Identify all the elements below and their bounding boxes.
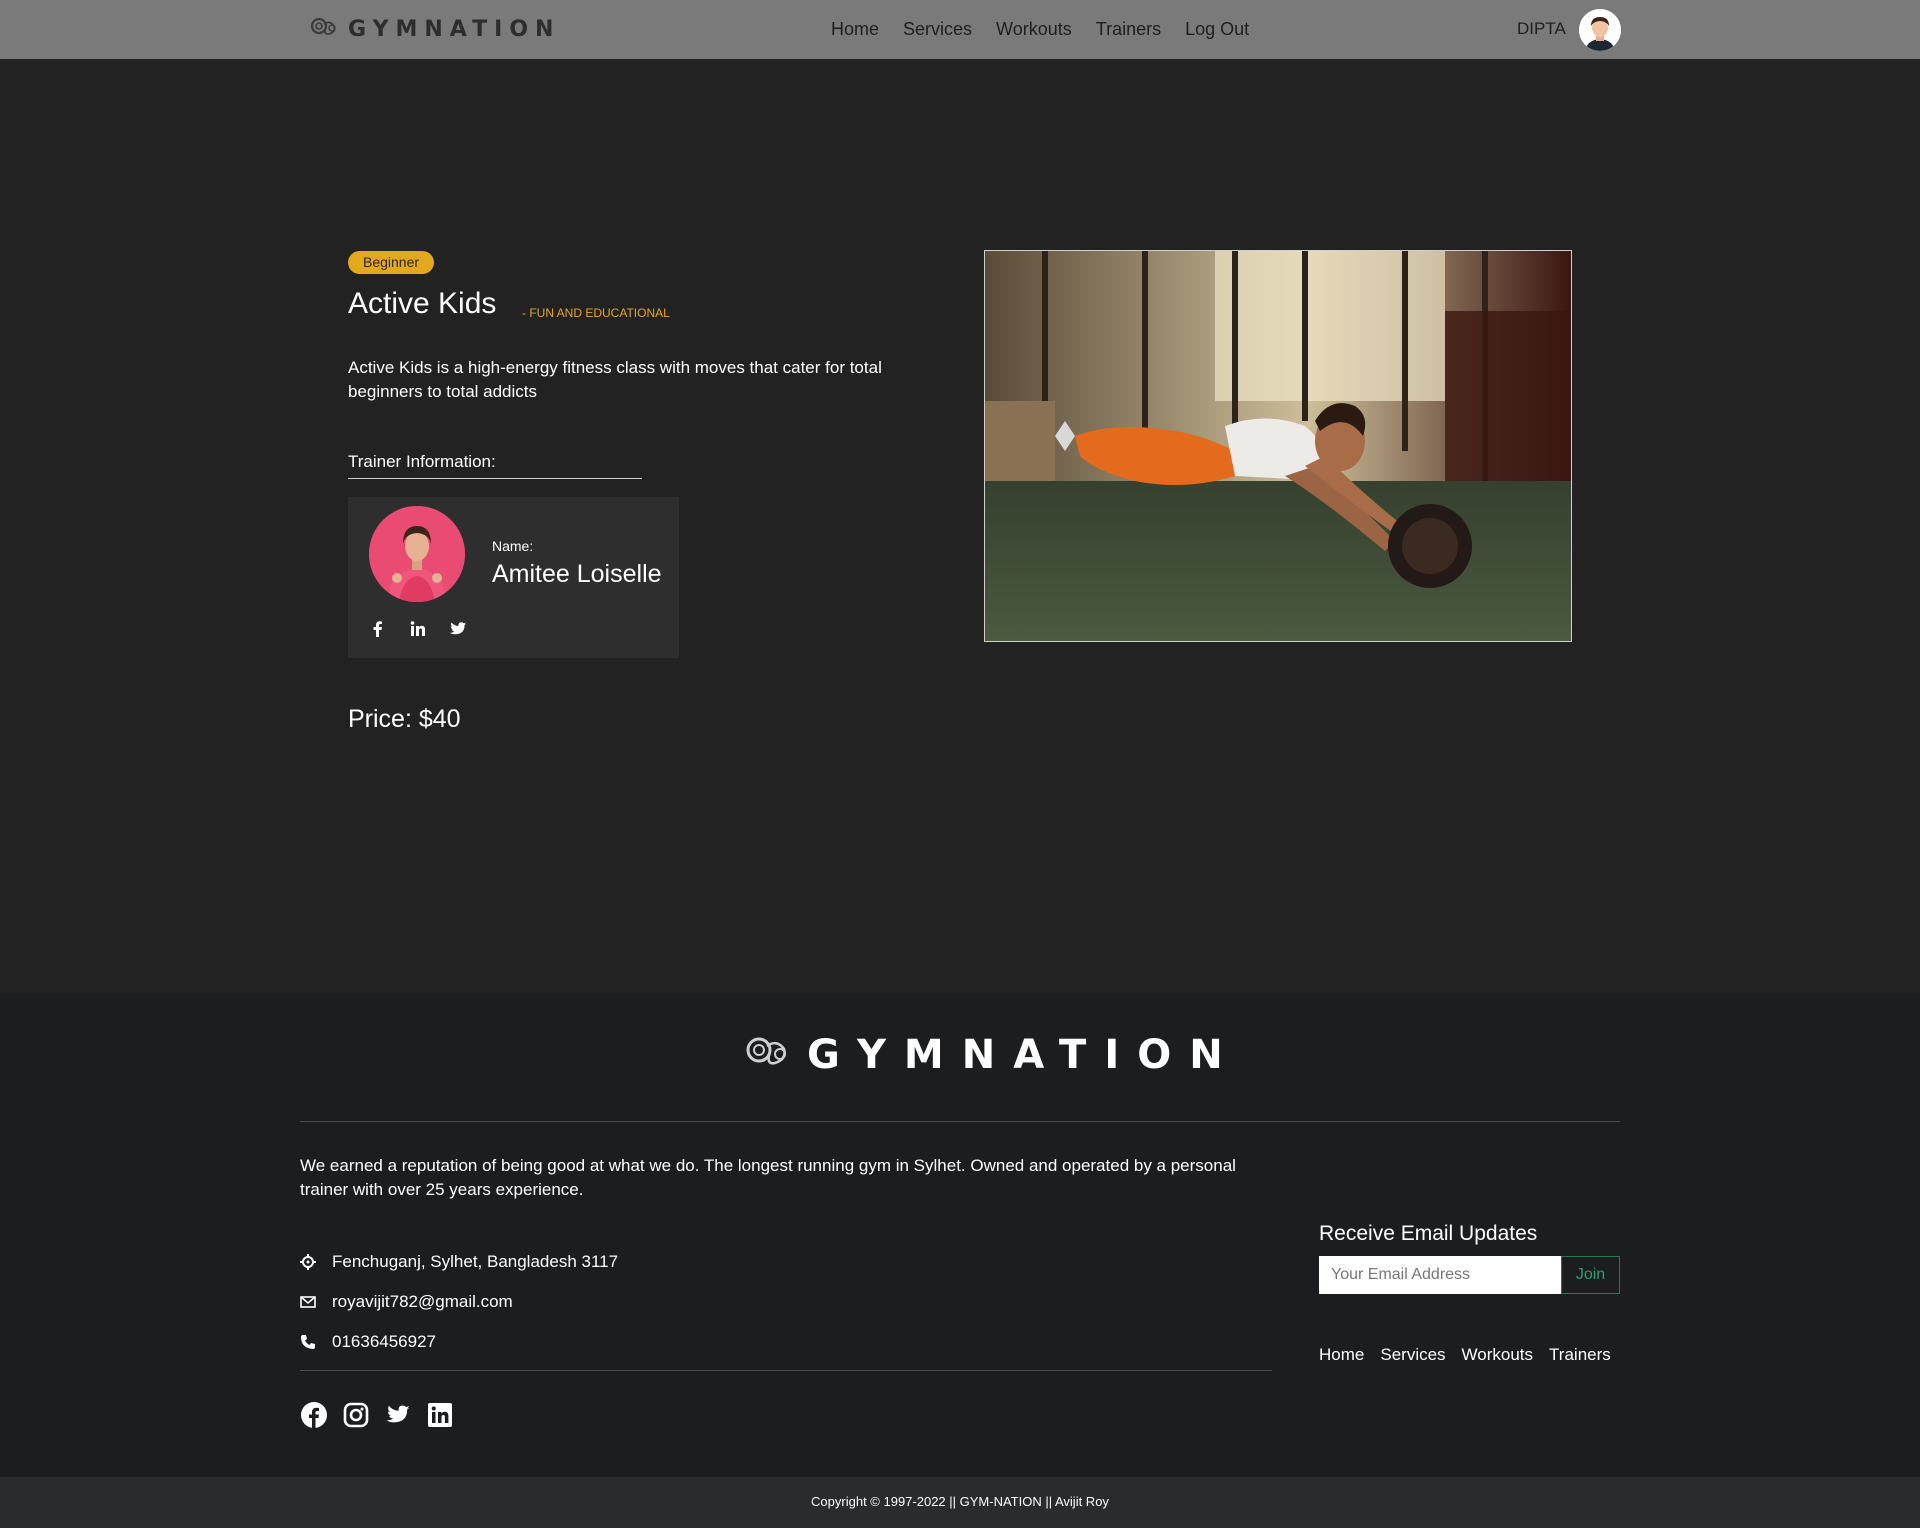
facebook-icon[interactable]: [300, 1401, 328, 1429]
footer-link-services[interactable]: Services: [1380, 1345, 1445, 1365]
newsletter-form: Join: [1319, 1256, 1620, 1294]
contact-address: Fenchuganj, Sylhet, Bangladesh 3117: [300, 1252, 618, 1272]
trainer-card: Name: Amitee Loiselle: [348, 497, 679, 658]
dumbbell-logo-icon: [310, 14, 340, 45]
nav-link-trainers[interactable]: Trainers: [1096, 19, 1161, 40]
brand-logo-text: GYMNATION: [348, 17, 561, 42]
twitter-icon[interactable]: [384, 1401, 412, 1429]
class-title: Active Kids: [348, 287, 497, 320]
nav-link-workouts[interactable]: Workouts: [996, 19, 1072, 40]
footer-link-workouts[interactable]: Workouts: [1462, 1345, 1534, 1365]
email-updates-heading: Receive Email Updates: [1319, 1222, 1538, 1245]
user-name: DIPTA: [1517, 19, 1566, 38]
contact-phone: 01636456927: [300, 1332, 436, 1352]
newsletter-email-input[interactable]: [1319, 1256, 1561, 1294]
contact-address-text: Fenchuganj, Sylhet, Bangladesh 3117: [332, 1252, 619, 1271]
contact-email-text[interactable]: royavijit782@gmail.com: [332, 1292, 513, 1312]
footer-about-text: We earned a reputation of being good at …: [300, 1156, 1236, 1199]
nav-link-home[interactable]: Home: [831, 19, 879, 40]
join-button[interactable]: Join: [1561, 1256, 1620, 1294]
phone-icon: [300, 1334, 316, 1350]
trainer-name: Amitee Loiselle: [492, 560, 662, 588]
class-photo: [984, 250, 1572, 642]
footer-brand-logo-text: GYMNATION: [807, 1031, 1241, 1078]
brand-logo[interactable]: GYMNATION: [310, 14, 560, 45]
footer-link-trainers[interactable]: Trainers: [1549, 1345, 1611, 1365]
trainer-name-label: Name:: [492, 538, 534, 554]
footer-divider: [300, 1121, 1620, 1122]
facebook-icon[interactable]: [368, 619, 388, 639]
class-price: Price: $40: [348, 705, 461, 733]
twitter-icon[interactable]: [448, 619, 468, 639]
copyright-bar: Copyright © 1997-2022 || GYM-NATION || A…: [0, 1477, 1920, 1528]
footer-social-links: [300, 1401, 454, 1429]
user-avatar[interactable]: [1579, 9, 1621, 51]
class-tagline: - FUN AND EDUCATIONAL: [522, 306, 670, 320]
dumbbell-logo-icon: [745, 1031, 793, 1078]
footer-brand-logo[interactable]: GYMNATION: [745, 1031, 1241, 1078]
contact-email: royavijit782@gmail.com: [300, 1292, 513, 1312]
instagram-icon[interactable]: [342, 1401, 370, 1429]
main-nav: Home Services Workouts Trainers Log Out: [831, 19, 1249, 40]
level-badge: Beginner: [348, 251, 435, 274]
linkedin-icon[interactable]: [426, 1401, 454, 1429]
trainer-social-links: [368, 619, 468, 639]
footer-divider-contact: [300, 1370, 1272, 1371]
location-crosshair-icon: [300, 1254, 316, 1270]
footer: GYMNATION We earned a reputation of bein…: [0, 993, 1920, 1477]
copyright-text: Copyright © 1997-2022 || GYM-NATION || A…: [811, 1494, 1109, 1509]
trainer-photo: [369, 506, 465, 602]
linkedin-icon[interactable]: [408, 619, 428, 639]
footer-nav: Home Services Workouts Trainers: [1319, 1345, 1611, 1365]
nav-link-services[interactable]: Services: [903, 19, 972, 40]
envelope-icon: [300, 1294, 316, 1310]
class-description: Active Kids is a high-energy fitness cla…: [348, 358, 882, 401]
trainer-info-heading: Trainer Information:: [348, 452, 642, 479]
footer-link-home[interactable]: Home: [1319, 1345, 1364, 1365]
contact-phone-text[interactable]: 01636456927: [332, 1332, 436, 1352]
navbar: GYMNATION Home Services Workouts Trainer…: [0, 0, 1920, 59]
nav-link-logout[interactable]: Log Out: [1185, 19, 1249, 40]
